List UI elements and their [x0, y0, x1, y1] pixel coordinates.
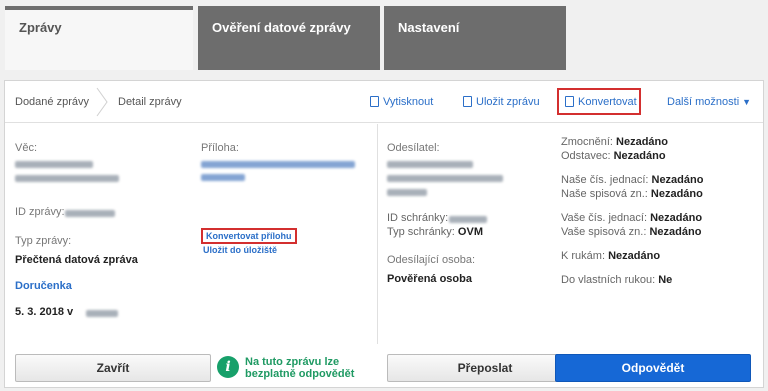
convert-icon	[565, 96, 574, 107]
attention-value: Nezadáno	[608, 250, 661, 262]
authorization-label: Zmocnění:	[561, 136, 613, 148]
message-id-label: ID zprávy:	[15, 206, 65, 218]
more-options-label: Další možnosti	[667, 96, 740, 108]
box-type-value: OVM	[457, 226, 483, 238]
reply-button[interactable]: Odpovědět	[555, 354, 751, 382]
sender-redacted	[387, 161, 473, 168]
paragraph-value: Nezadáno	[613, 150, 666, 162]
caret-down-icon: ▼	[742, 97, 752, 107]
message-detail-panel: Dodané zprávy Detail zprávy Vytisknout U…	[4, 80, 764, 388]
sender-label: Odesílatel:	[387, 142, 440, 154]
attachment-name-redacted[interactable]	[201, 161, 355, 168]
toolbar: Dodané zprávy Detail zprávy Vytisknout U…	[5, 81, 763, 123]
receipt-link[interactable]: Doručenka	[15, 280, 72, 292]
our-reference-value: Nezadáno	[651, 174, 704, 186]
message-info-column: Věc: ID zprávy: Typ zprávy: Přečtená dat…	[5, 124, 378, 344]
tab-label: Nastavení	[398, 20, 460, 35]
personal-delivery-value: Ne	[658, 274, 673, 286]
free-reply-notice-line: bezplatně odpovědět	[245, 368, 355, 380]
close-button[interactable]: Zavřít	[15, 354, 211, 382]
our-file-number-label: Naše spisová zn.:	[561, 188, 648, 200]
info-icon: i	[217, 356, 239, 378]
box-id-redacted	[449, 216, 487, 223]
main-tabs: Zprávy Ověření datové zprávy Nastavení	[0, 0, 768, 70]
free-reply-notice: Na tuto zprávu lze bezplatně odpovědět	[245, 356, 354, 380]
attachment-label: Příloha:	[201, 142, 239, 154]
save-label: Uložit zprávu	[476, 96, 540, 108]
sender-redacted	[387, 175, 503, 182]
box-id-label: ID schránky:	[387, 212, 449, 224]
sending-person-value: Pověřená osoba	[387, 273, 472, 285]
your-reference-label: Vaše čís. jednací:	[561, 212, 648, 224]
box-type: Typ schránky: OVM	[387, 226, 483, 238]
attachment-name-redacted[interactable]	[201, 174, 245, 181]
attention-label: K rukám:	[561, 250, 606, 262]
tab-verification[interactable]: Ověření datové zprávy	[198, 6, 380, 70]
more-options-dropdown[interactable]: Další možnosti ▼	[667, 96, 751, 108]
sender-redacted	[387, 189, 427, 196]
print-icon	[370, 96, 379, 107]
your-file-number-value: Nezadáno	[649, 226, 702, 238]
your-file-number-label: Vaše spisová zn.:	[561, 226, 647, 238]
our-reference: Naše čís. jednací: Nezadáno	[561, 174, 703, 186]
message-type-label: Typ zprávy:	[15, 235, 72, 247]
authorization: Zmocnění: Nezadáno	[561, 136, 668, 148]
save-icon	[463, 96, 472, 107]
tab-messages[interactable]: Zprávy	[5, 6, 193, 70]
message-type-value: Přečtená datová zpráva	[15, 254, 138, 266]
our-file-number-value: Nezadáno	[650, 188, 703, 200]
paragraph-label: Odstavec:	[561, 150, 611, 162]
tab-label: Ověření datové zprávy	[212, 20, 351, 35]
our-file-number: Naše spisová zn.: Nezadáno	[561, 188, 703, 200]
subject-label: Věc:	[15, 142, 38, 154]
save-message-button[interactable]: Uložit zprávu	[463, 96, 540, 108]
your-file-number: Vaše spisová zn.: Nezadáno	[561, 226, 701, 238]
personal-delivery-label: Do vlastních rukou:	[561, 274, 656, 286]
subject-redacted	[15, 175, 119, 182]
personal-delivery: Do vlastních rukou: Ne	[561, 274, 672, 286]
box-type-label: Typ schránky:	[387, 226, 455, 238]
forward-button[interactable]: Přeposlat	[387, 354, 583, 382]
print-button[interactable]: Vytisknout	[370, 96, 433, 108]
our-reference-label: Naše čís. jednací:	[561, 174, 649, 186]
delivery-date: 5. 3. 2018 v	[15, 306, 74, 318]
print-label: Vytisknout	[383, 96, 434, 108]
tab-label: Zprávy	[19, 20, 62, 35]
your-reference-value: Nezadáno	[650, 212, 703, 224]
sending-person-label: Odesílající osoba:	[387, 254, 476, 266]
sender-info-column: Odesílatel: ID schránky: Typ schránky: O…	[379, 124, 763, 344]
breadcrumb-message-detail: Detail zprávy	[118, 96, 182, 108]
delivery-time-redacted	[86, 310, 118, 317]
convert-attachment-link[interactable]: Konvertovat přílohu	[201, 228, 297, 244]
breadcrumb-delivered-messages[interactable]: Dodané zprávy	[15, 96, 89, 108]
save-to-storage-link[interactable]: Uložit do úložiště	[203, 245, 277, 255]
attention: K rukám: Nezadáno	[561, 250, 660, 262]
subject-redacted	[15, 161, 93, 168]
your-reference: Vaše čís. jednací: Nezadáno	[561, 212, 702, 224]
convert-label: Konvertovat	[578, 96, 637, 108]
free-reply-notice-line: Na tuto zprávu lze	[245, 356, 340, 368]
message-id-redacted	[65, 210, 115, 217]
authorization-value: Nezadáno	[616, 136, 668, 148]
box-id: ID schránky:	[387, 212, 448, 224]
breadcrumb-separator-icon	[96, 87, 108, 117]
footer-actions: Zavřít i Na tuto zprávu lze bezplatně od…	[5, 344, 763, 387]
tab-settings[interactable]: Nastavení	[384, 6, 566, 70]
convert-button[interactable]: Konvertovat	[557, 88, 641, 115]
paragraph: Odstavec: Nezadáno	[561, 150, 666, 162]
